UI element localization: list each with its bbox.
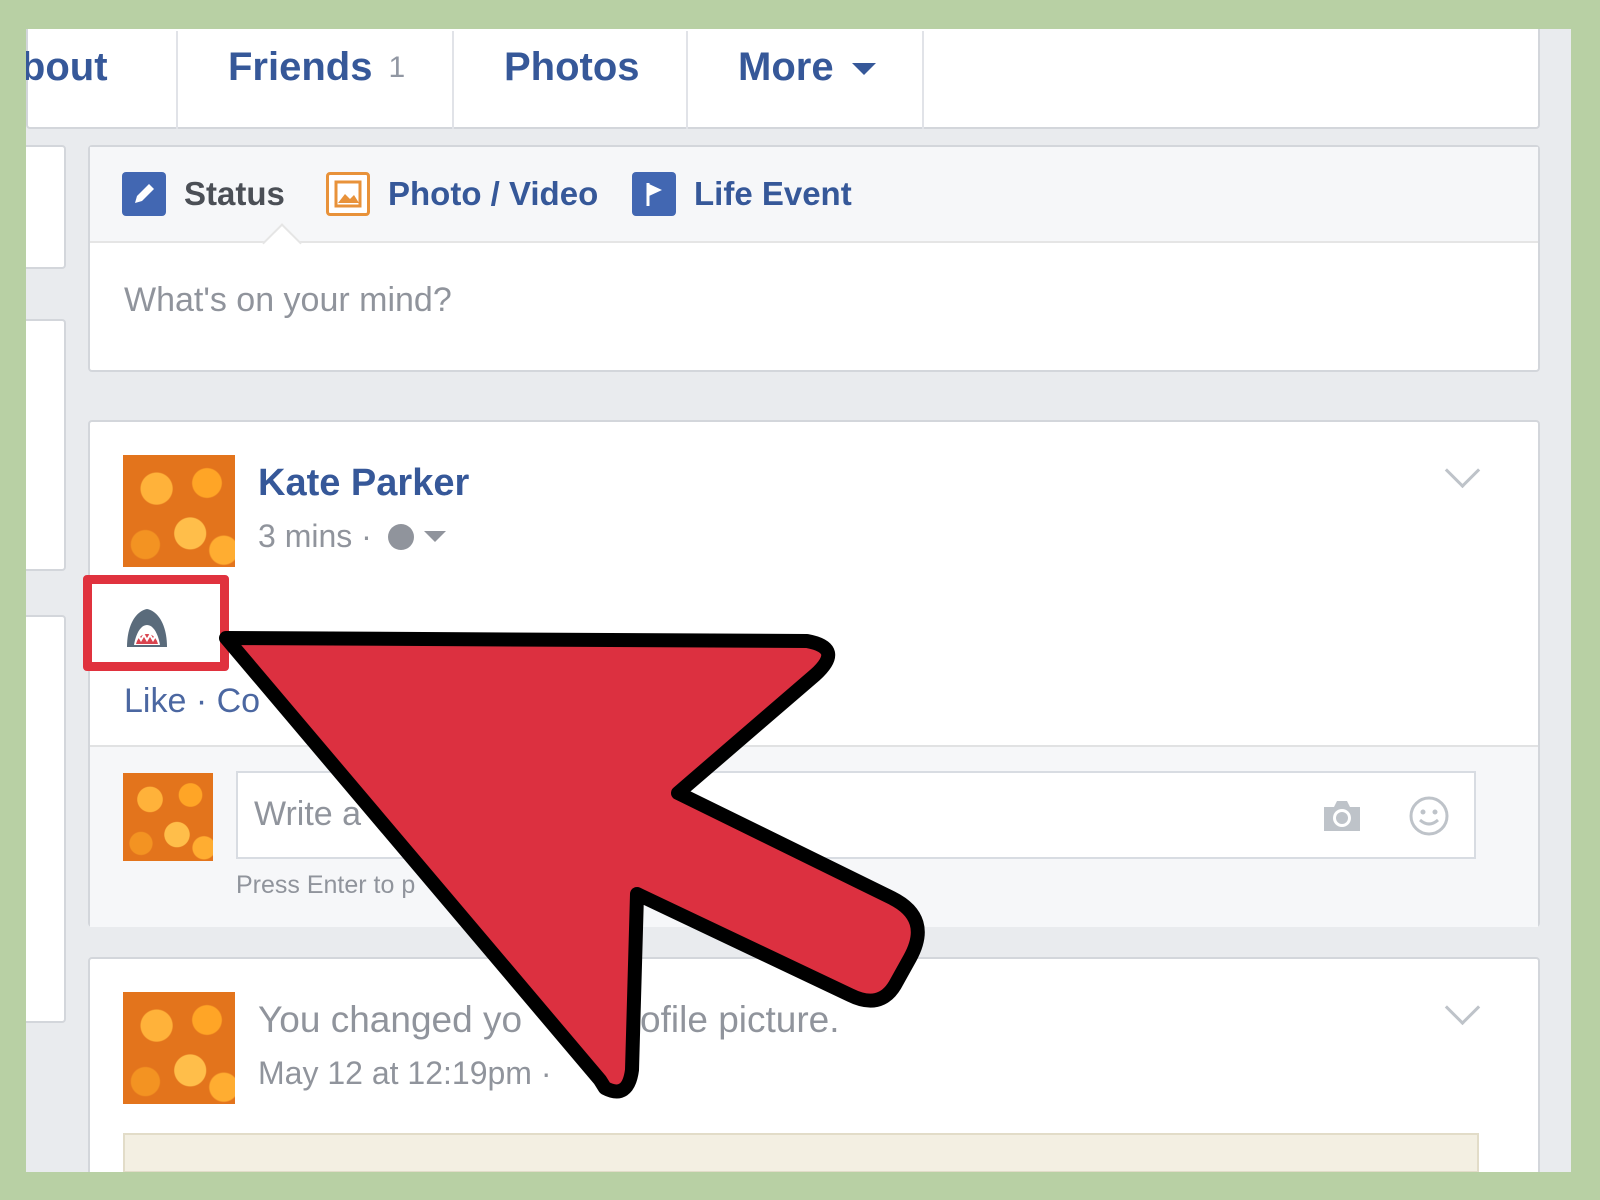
red-arrow-pointer bbox=[219, 631, 925, 1099]
